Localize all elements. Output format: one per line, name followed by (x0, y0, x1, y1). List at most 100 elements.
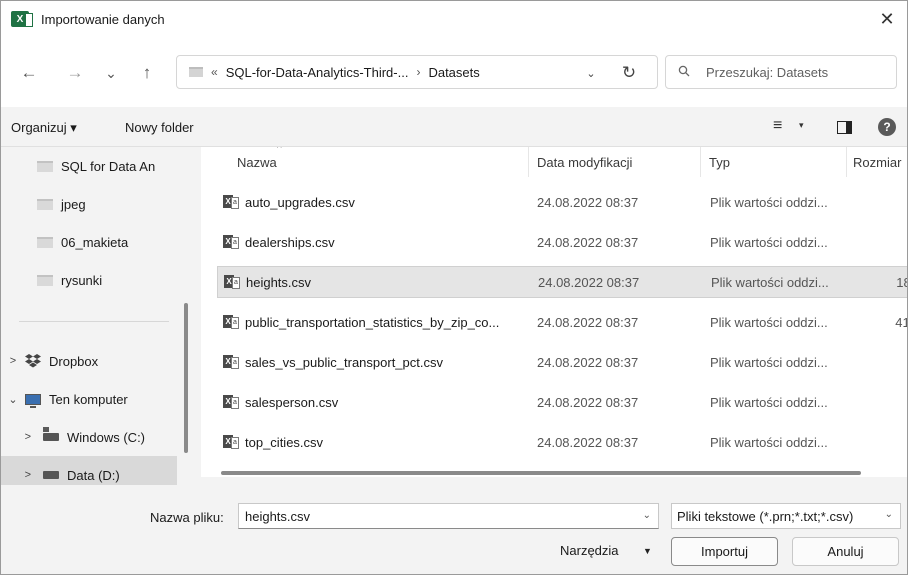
sidebar-item-label: Windows (C:) (67, 429, 146, 445)
file-row[interactable]: Xa sales_vs_public_transport_pct.csv 24.… (217, 346, 907, 378)
recent-locations-chevron-icon[interactable]: ⌄ (101, 63, 121, 83)
file-row[interactable]: Xa salesperson.csv 24.08.2022 08:37 Plik… (217, 386, 907, 418)
file-date: 24.08.2022 08:37 (537, 194, 639, 210)
sidebar-item-label: 06_makieta (61, 234, 129, 250)
file-name: dealerships.csv (245, 234, 335, 250)
file-name: public_transportation_statistics_by_zip_… (245, 314, 500, 330)
horizontal-scrollbar[interactable] (221, 471, 861, 475)
address-bar[interactable]: « SQL-for-Data-Analytics-Third-... › Dat… (176, 55, 658, 89)
up-arrow-icon[interactable]: ↑ (137, 63, 157, 83)
expand-chevron-icon[interactable]: > (1, 355, 25, 367)
sidebar-item-label: SQL for Data An (61, 158, 156, 174)
folder-icon (37, 160, 53, 172)
import-data-dialog: X Importowanie danych ✕ ← → ⌄ ↑ « SQL-fo… (0, 0, 908, 575)
breadcrumb-separator-icon[interactable]: › (416, 65, 420, 79)
expand-chevron-icon[interactable]: > (1, 431, 43, 443)
sidebar-item-label: rysunki (61, 272, 103, 288)
file-date: 24.08.2022 08:37 (537, 354, 639, 370)
search-icon (678, 65, 696, 80)
computer-icon (25, 393, 41, 408)
help-icon[interactable]: ? (878, 118, 896, 136)
view-menu-icon[interactable]: ≡ (773, 117, 782, 135)
sort-ascending-icon: ^ (277, 147, 282, 154)
file-size: 1 (877, 235, 907, 250)
column-header-size[interactable]: Rozmiar (847, 147, 907, 177)
address-overflow-icon[interactable]: « (211, 65, 218, 79)
column-header-type[interactable]: Typ (701, 147, 847, 177)
file-type: Plik wartości oddzi... (710, 434, 828, 450)
file-type: Plik wartości oddzi... (710, 194, 828, 210)
file-list: Nazwa ^ Data modyfikacji Typ Rozmiar Xa … (201, 147, 907, 477)
sidebar-item-windows-c[interactable]: > Windows (C:) (1, 418, 177, 456)
refresh-icon[interactable]: ↻ (617, 62, 641, 84)
dialog-footer: Nazwa pliku: ⌄ Pliki tekstowe (*.prn;*.t… (1, 485, 907, 574)
folder-icon (37, 274, 53, 286)
search-input[interactable] (706, 64, 886, 80)
close-button[interactable]: ✕ (867, 1, 907, 37)
address-dropdown-chevron-icon[interactable]: ⌄ (581, 63, 601, 83)
sidebar-item-sql-for-data[interactable]: SQL for Data An (1, 147, 177, 185)
excel-icon: X (11, 11, 33, 27)
window-title: Importowanie danych (41, 11, 165, 27)
file-size: 183 (896, 274, 907, 290)
sidebar-item-06-makieta[interactable]: 06_makieta (1, 223, 177, 261)
search-box[interactable] (665, 55, 897, 89)
collapse-chevron-icon[interactable]: ⌄ (1, 393, 25, 406)
breadcrumb-item[interactable]: SQL-for-Data-Analytics-Third-... (226, 65, 409, 80)
column-header-name[interactable]: Nazwa ^ (217, 147, 529, 177)
sidebar-item-label: Ten komputer (49, 391, 128, 407)
chevron-down-icon[interactable]: ⌄ (885, 509, 893, 520)
expand-chevron-icon[interactable]: > (1, 469, 43, 481)
cancel-button[interactable]: Anuluj (792, 537, 899, 566)
csv-file-icon: Xa (223, 194, 239, 210)
file-date: 24.08.2022 08:37 (537, 394, 639, 410)
import-button[interactable]: Importuj (671, 537, 778, 566)
preview-pane-icon[interactable] (837, 121, 852, 134)
file-row-selected[interactable]: Xa heights.csv 24.08.2022 08:37 Plik war… (217, 266, 907, 298)
file-row[interactable]: Xa dealerships.csv 24.08.2022 08:37 Plik… (217, 226, 907, 258)
csv-file-icon: Xa (223, 434, 239, 450)
filename-label: Nazwa pliku: (150, 510, 224, 525)
view-dropdown-caret-icon[interactable]: ▾ (799, 120, 804, 131)
back-arrow-icon[interactable]: ← (19, 63, 39, 83)
folder-icon (37, 198, 53, 210)
file-size: 1 (877, 355, 907, 370)
file-row[interactable]: Xa top_cities.csv 24.08.2022 08:37 Plik … (217, 426, 907, 458)
breadcrumb-item[interactable]: Datasets (428, 65, 479, 80)
sidebar-scrollbar[interactable] (184, 303, 188, 453)
file-size: 1 (877, 435, 907, 450)
csv-file-icon: Xa (223, 354, 239, 370)
sidebar-item-dropbox[interactable]: > Dropbox (1, 342, 177, 380)
column-label: Rozmiar (853, 154, 902, 170)
command-bar: Organizuj ▾ Nowy folder ≡ ▾ ? (1, 107, 907, 147)
file-type: Plik wartości oddzi... (711, 274, 829, 290)
sidebar-item-jpeg[interactable]: jpeg (1, 185, 177, 223)
csv-file-icon: Xa (223, 234, 239, 250)
organize-menu-button[interactable]: Organizuj ▾ (11, 120, 77, 136)
file-date: 24.08.2022 08:37 (537, 434, 639, 450)
sidebar-item-ten-komputer[interactable]: ⌄ Ten komputer (1, 380, 177, 418)
sidebar-item-rysunki[interactable]: rysunki (1, 261, 177, 299)
filetype-select[interactable]: Pliki tekstowe (*.prn;*.txt;*.csv) ⌄ (671, 503, 901, 529)
chevron-down-icon[interactable]: ⌄ (643, 510, 651, 521)
tools-menu-button[interactable]: Narzędzia (560, 543, 619, 558)
sidebar-item-label: Dropbox (49, 353, 99, 369)
csv-file-icon: Xa (224, 274, 240, 290)
file-type: Plik wartości oddzi... (710, 314, 828, 330)
file-date: 24.08.2022 08:37 (538, 274, 640, 290)
filename-input[interactable] (239, 508, 629, 524)
file-name: top_cities.csv (245, 434, 324, 450)
file-row[interactable]: Xa auto_upgrades.csv 24.08.2022 08:37 Pl… (217, 186, 907, 218)
filename-combobox[interactable]: ⌄ (238, 503, 659, 529)
file-size: 415 (895, 314, 907, 330)
drive-icon (43, 471, 59, 479)
tools-dropdown-caret-icon[interactable]: ▼ (643, 546, 652, 556)
sidebar-item-label: jpeg (61, 196, 86, 212)
sidebar-item-label: Data (D:) (67, 467, 120, 483)
file-row[interactable]: Xa public_transportation_statistics_by_z… (217, 306, 907, 338)
forward-arrow-icon[interactable]: → (65, 63, 85, 83)
new-folder-button[interactable]: Nowy folder (125, 120, 194, 135)
file-size: 1 (877, 195, 907, 210)
folder-icon (189, 67, 203, 77)
column-header-date[interactable]: Data modyfikacji (529, 147, 701, 177)
